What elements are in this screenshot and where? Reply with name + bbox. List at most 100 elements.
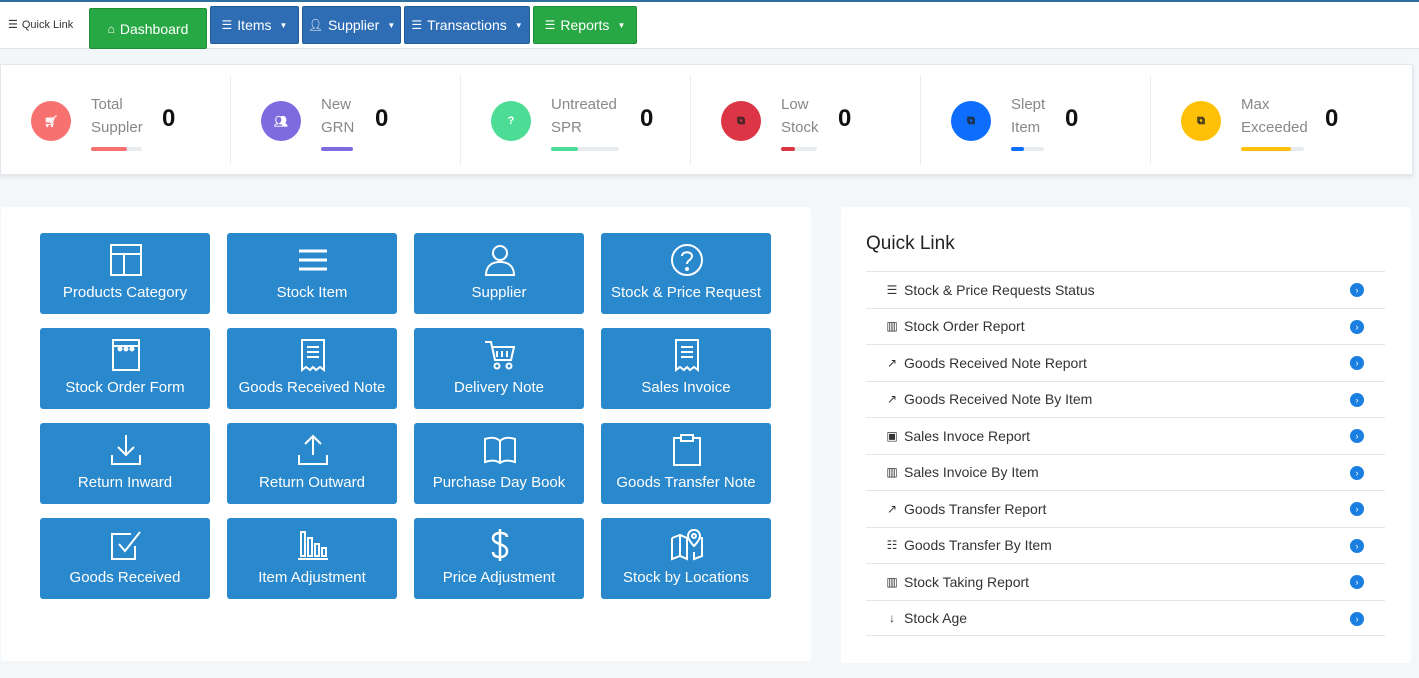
tile-return-outward[interactable]: Return Outward: [227, 423, 397, 504]
tile-stock-item[interactable]: Stock Item: [227, 233, 397, 314]
stat-label: Untreated SPR: [551, 96, 617, 136]
users-icon: 👥︎: [261, 101, 301, 141]
chevron-right-icon[interactable]: ›: [1350, 465, 1364, 480]
quick-link-label: ☰ Quick Link: [8, 18, 73, 32]
line-chart-icon: ↗: [886, 355, 898, 370]
book-icon: [484, 436, 516, 465]
tile-goods-received[interactable]: Goods Received: [40, 518, 210, 599]
dashboard-label: Dashboard: [119, 20, 189, 37]
tile-label: Products Category: [62, 284, 188, 301]
stat-value: 0: [640, 105, 654, 132]
cart-icon: [485, 341, 516, 370]
items-menu-button[interactable]: ☰ Items ▼: [210, 6, 299, 44]
reports-label: Reports: [560, 17, 610, 33]
list-icon: ☰: [221, 18, 233, 32]
stat-total-supplier[interactable]: 🛒︎ Total Suppler 0: [1, 65, 231, 176]
quick-link-list: ☰ Stock & Price Requests Status › ▥ Stock O…: [866, 271, 1385, 636]
chevron-right-icon[interactable]: ›: [1350, 392, 1364, 407]
order-form-icon: [112, 339, 140, 371]
tile-stock-order-form[interactable]: Stock Order Form: [40, 328, 210, 409]
bar-chart-icon: ▥: [886, 574, 898, 589]
tile-products-category[interactable]: Products Category: [40, 233, 210, 314]
quick-link-item[interactable]: ☰ Stock & Price Requests Status ›: [866, 271, 1385, 308]
user-icon: [484, 245, 516, 276]
stat-untreated-spr[interactable]: ? Untreated SPR 0: [461, 65, 691, 176]
tile-label: Stock & Price Request: [610, 284, 762, 301]
tile-stock-by-locations[interactable]: Stock by Locations: [601, 518, 771, 599]
quick-link-item[interactable]: ▣ Sales Invoce Report ›: [866, 417, 1385, 454]
caret-down-icon: ▼: [617, 20, 626, 30]
tile-purchase-day-book[interactable]: Purchase Day Book: [414, 423, 584, 504]
transactions-menu-button[interactable]: ☰ Transactions ▼: [404, 6, 530, 44]
transactions-label: Transactions: [427, 17, 507, 33]
tile-supplier[interactable]: Supplier: [414, 233, 584, 314]
chevron-right-icon[interactable]: ›: [1350, 502, 1364, 516]
receipt-icon: [301, 339, 325, 372]
chevron-right-icon[interactable]: ›: [1350, 319, 1364, 334]
tile-label: Stock by Locations: [623, 569, 749, 586]
tile-delivery-note[interactable]: Delivery Note: [414, 328, 584, 409]
list-icon: ☰: [886, 282, 898, 297]
tile-goods-received-note[interactable]: Goods Received Note: [227, 328, 397, 409]
quick-link-item[interactable]: ☷ Goods Transfer By Item ›: [866, 526, 1385, 564]
stat-label: Max Exceeded: [1241, 96, 1308, 136]
stats-strip: 🛒︎ Total Suppler 0 👥︎ New GRN 0 ? Untreate…: [0, 64, 1413, 175]
tile-return-inward[interactable]: Return Inward: [40, 423, 210, 504]
line-chart-icon: ↗: [886, 501, 898, 516]
tile-label: Stock Item: [276, 284, 348, 301]
chevron-right-icon[interactable]: ›: [1350, 575, 1364, 589]
tile-sales-invoice[interactable]: Sales Invoice: [601, 328, 771, 409]
tile-stock-price-request[interactable]: Stock & Price Request: [601, 233, 771, 314]
reports-menu-button[interactable]: ☰ Reports ▼: [533, 6, 637, 44]
tile-label: Stock Order Form: [65, 379, 185, 396]
tile-item-adjustment[interactable]: Item Adjustment: [227, 518, 397, 599]
stat-label: Slept Item: [1011, 96, 1046, 136]
download-icon: [111, 435, 141, 465]
tile-label: Return Inward: [77, 474, 173, 491]
tile-label: Price Adjustment: [442, 569, 556, 586]
stat-new-grn[interactable]: 👥︎ New GRN 0: [231, 65, 461, 176]
question-icon: ?: [491, 101, 531, 141]
quick-link-item[interactable]: ▥ Stock Order Report ›: [866, 307, 1385, 345]
quick-link-item[interactable]: ↗ Goods Transfer Report ›: [866, 490, 1385, 527]
dollar-icon: [491, 529, 509, 561]
chevron-right-icon[interactable]: ›: [1350, 283, 1364, 297]
quick-link-item[interactable]: ↗ Goods Received Note Report ›: [866, 344, 1385, 381]
tile-price-adjustment[interactable]: Price Adjustment: [414, 518, 584, 599]
quick-link-title: Quick Link: [866, 233, 955, 254]
chevron-right-icon[interactable]: ›: [1350, 429, 1364, 443]
supplier-menu-button[interactable]: 👤︎ Supplier ▼: [302, 6, 401, 44]
cart-icon: 🛒︎: [31, 101, 71, 141]
tile-label: Goods Received Note: [238, 379, 386, 396]
stat-progress: [1241, 147, 1304, 151]
cubes-icon: ⧉: [951, 101, 991, 141]
cubes-icon: ⧉: [1181, 101, 1221, 141]
quick-link-item[interactable]: ▥ Sales Invoice By Item ›: [866, 453, 1385, 491]
line-chart-icon: ↗: [886, 392, 898, 407]
chevron-right-icon[interactable]: ›: [1350, 538, 1364, 553]
quick-link-item[interactable]: ▥ Stock Taking Report ›: [866, 563, 1385, 600]
list-icon: [299, 249, 327, 271]
caret-down-icon: ▼: [279, 20, 288, 30]
tile-goods-transfer-note[interactable]: Goods Transfer Note: [601, 423, 771, 504]
stat-max-exceeded[interactable]: ⧉ Max Exceeded 0: [1151, 65, 1381, 176]
cubes-icon: ⧉: [721, 101, 761, 141]
list-icon: ☰: [544, 18, 556, 32]
money-icon: ▣: [886, 428, 898, 443]
quick-link-item[interactable]: ↗ Goods Received Note By Item ›: [866, 380, 1385, 418]
caret-down-icon: ▼: [514, 20, 523, 30]
stat-value: 0: [1325, 105, 1339, 132]
stat-slept-item[interactable]: ⧉ Slept Item 0: [921, 65, 1151, 176]
list-icon: ☷: [886, 538, 898, 553]
items-label: Items: [237, 17, 272, 33]
stat-low-stock[interactable]: ⧉ Low Stock 0: [691, 65, 921, 176]
question-icon: [671, 244, 703, 276]
chevron-right-icon[interactable]: ›: [1350, 356, 1364, 370]
sort-icon: ↓: [889, 610, 895, 625]
chevron-right-icon[interactable]: ›: [1350, 611, 1364, 626]
stat-progress: [1011, 147, 1044, 151]
tile-label: Purchase Day Book: [432, 474, 566, 491]
stat-progress: [781, 147, 817, 151]
quick-link-item[interactable]: ↓ Stock Age ›: [866, 599, 1385, 636]
dashboard-button[interactable]: ⌂ Dashboard: [89, 8, 207, 49]
